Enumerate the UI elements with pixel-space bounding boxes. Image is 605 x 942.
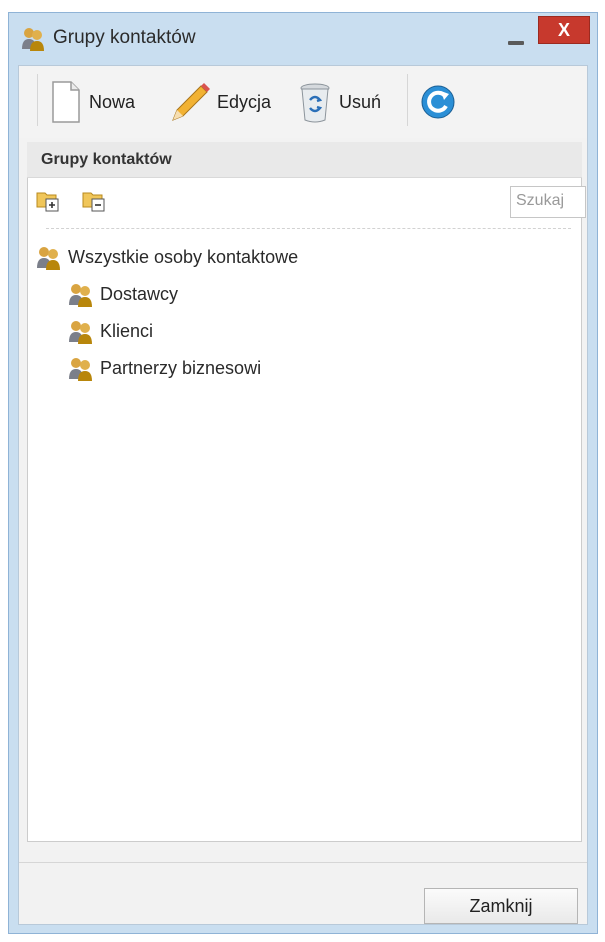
tree-node-label: Klienci [100, 320, 154, 341]
contact-group-icon [69, 358, 92, 381]
close-window-button[interactable]: X [538, 16, 590, 44]
tree-node-root[interactable]: Wszystkie osoby kontaktowe [34, 244, 298, 270]
contact-group-icon [37, 247, 60, 270]
new-button[interactable]: Nowa [49, 80, 135, 124]
collapse-all-folder-icon[interactable] [82, 188, 106, 212]
delete-button[interactable]: Usuń [297, 80, 381, 124]
tree-node-label: Partnerzy biznesowi [100, 357, 262, 378]
expand-all-folder-icon[interactable] [36, 188, 60, 212]
new-button-label: Nowa [89, 91, 136, 112]
title-bar[interactable]: Grupy kontaktów X [9, 13, 597, 63]
contact-group-icon [69, 321, 92, 344]
toolbar-separator [37, 74, 38, 126]
tree-node-label: Dostawcy [100, 283, 179, 304]
divider [46, 228, 571, 229]
toolbar-separator [407, 74, 408, 126]
toolbar: Nowa Edycja Usuń [19, 66, 587, 138]
edit-button[interactable]: Edycja [167, 80, 271, 124]
refresh-icon [421, 85, 455, 119]
contact-groups-window: Grupy kontaktów X Nowa Edycja Usuń Grupy… [8, 12, 598, 934]
tree-tools [36, 188, 128, 214]
tree-node-child[interactable]: Dostawcy [66, 281, 178, 307]
tree-node-child[interactable]: Klienci [66, 318, 153, 344]
panel-header: Grupy kontaktów [27, 142, 582, 178]
delete-button-label: Usuń [339, 91, 382, 112]
groups-tree-panel: Szukaj Wszystkie osoby kontaktowe Dostaw… [27, 178, 586, 842]
blank-page-icon [52, 81, 80, 123]
tree-node-child[interactable]: Partnerzy biznesowi [66, 355, 261, 381]
pencil-icon [172, 83, 210, 121]
recycle-bin-icon [300, 83, 330, 123]
contact-group-icon [22, 28, 44, 51]
dialog-client-area: Nowa Edycja Usuń Grupy kontaktów Szukaj … [18, 65, 588, 925]
footer-divider [19, 862, 587, 863]
refresh-button[interactable] [421, 80, 461, 124]
panel-title: Grupy kontaktów [41, 151, 172, 168]
window-title: Grupy kontaktów [53, 27, 196, 48]
search-input[interactable]: Szukaj [510, 186, 586, 218]
contact-group-icon [69, 284, 92, 307]
minimize-button[interactable] [501, 23, 531, 51]
tree-node-label: Wszystkie osoby kontaktowe [68, 246, 299, 267]
close-dialog-button[interactable]: Zamknij [424, 888, 578, 924]
edit-button-label: Edycja [217, 91, 272, 112]
